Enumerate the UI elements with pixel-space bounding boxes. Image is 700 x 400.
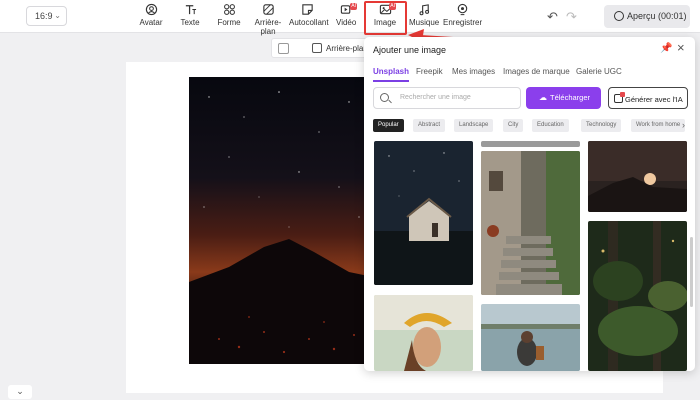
image-thumbnail[interactable]	[481, 141, 580, 147]
aspect-ratio-select[interactable]: 16:9 ⌄	[26, 6, 67, 26]
play-icon	[614, 11, 624, 21]
source-tabs: Unsplash Freepik Mes images Images de ma…	[373, 67, 693, 83]
panel-scrollbar[interactable]	[690, 237, 693, 307]
canvas-background-image[interactable]	[189, 77, 373, 364]
preview-button[interactable]: Aperçu (00:01)	[604, 5, 690, 28]
background-icon	[312, 43, 322, 53]
collapse-timeline-button[interactable]: ⌄	[8, 385, 32, 399]
image-thumbnail[interactable]	[481, 151, 580, 295]
panel-title: Ajouter une image	[373, 45, 447, 55]
top-toolbar: 16:9 ⌄ Avatar Texte Forme Arrière-plan A…	[0, 0, 700, 36]
chip-work-from-home[interactable]: Work from home	[631, 119, 686, 132]
chevron-down-icon: ⌄	[54, 11, 61, 20]
chip-popular[interactable]: Popular	[373, 119, 404, 132]
tool-label: Texte	[180, 18, 200, 27]
image-thumbnail[interactable]	[588, 141, 687, 212]
tool-text[interactable]: Texte	[178, 3, 202, 31]
text-icon	[178, 3, 202, 17]
redo-icon[interactable]: ↷	[566, 9, 577, 25]
select-checkbox[interactable]	[278, 43, 289, 54]
tab-galerie-ugc[interactable]: Galerie UGC	[576, 67, 622, 76]
upload-button[interactable]: ☁ Télécharger	[526, 87, 601, 109]
tool-label: Vidéo	[336, 18, 357, 27]
image-thumbnail[interactable]	[588, 221, 687, 371]
tool-label: Forme	[217, 18, 241, 27]
pin-icon[interactable]: 📌	[660, 43, 672, 54]
tool-label: Avatar	[139, 18, 163, 27]
image-thumbnail[interactable]	[481, 304, 580, 371]
search-icon	[380, 93, 389, 102]
music-icon	[409, 3, 439, 17]
search-placeholder: Rechercher une image	[400, 94, 471, 101]
image-thumbnail[interactable]	[374, 295, 473, 371]
sticker-icon	[289, 3, 325, 17]
upload-label: Télécharger	[550, 93, 591, 102]
cloud-upload-icon: ☁	[539, 93, 547, 102]
chip-abstract[interactable]: Abstract	[413, 119, 446, 132]
background-label[interactable]: Arrière-plan	[326, 44, 368, 53]
tool-avatar[interactable]: Avatar	[138, 3, 164, 31]
close-icon[interactable]: ×	[677, 40, 685, 55]
tab-unsplash[interactable]: Unsplash	[373, 67, 410, 82]
undo-icon[interactable]: ↶	[547, 9, 558, 25]
ai-badge: AI	[350, 3, 357, 10]
tool-background[interactable]: Arrière-plan	[249, 3, 287, 36]
chip-city[interactable]: City	[503, 119, 524, 132]
add-image-panel: Ajouter une image 📌 × Unsplash Freepik M…	[364, 37, 695, 371]
generate-ai-button[interactable]: Générer avec l'IA	[608, 87, 688, 109]
record-icon	[443, 3, 481, 17]
tool-label: Arrière-plan	[254, 18, 282, 36]
element-subtoolbar: Arrière-plan	[271, 38, 371, 58]
tab-mes-images[interactable]: Mes images	[452, 67, 495, 76]
chevron-right-icon[interactable]: ›	[682, 120, 685, 130]
chip-technology[interactable]: Technology	[581, 119, 622, 132]
preview-label: Aperçu (00:01)	[627, 11, 687, 21]
tool-sticker[interactable]: Autocollant	[289, 3, 329, 31]
category-chips: Popular Abstract Landscape City Educatio…	[373, 119, 687, 133]
image-thumbnail[interactable]	[374, 141, 473, 285]
tool-label: Autocollant	[289, 18, 329, 27]
tab-freepik[interactable]: Freepik	[416, 67, 443, 76]
tool-video[interactable]: AI Vidéo	[336, 3, 357, 31]
chip-education[interactable]: Education	[532, 119, 569, 132]
avatar-icon	[138, 3, 164, 17]
ai-image-icon	[614, 92, 625, 103]
chip-landscape[interactable]: Landscape	[454, 119, 494, 132]
search-input[interactable]: Rechercher une image	[373, 87, 521, 109]
aspect-ratio-value: 16:9	[35, 11, 53, 21]
tool-shape[interactable]: Forme	[216, 3, 242, 31]
background-icon	[249, 3, 287, 17]
tab-images-de-marque[interactable]: Images de marque	[503, 67, 570, 76]
generate-ai-label: Générer avec l'IA	[625, 95, 683, 104]
shape-icon	[216, 3, 242, 17]
